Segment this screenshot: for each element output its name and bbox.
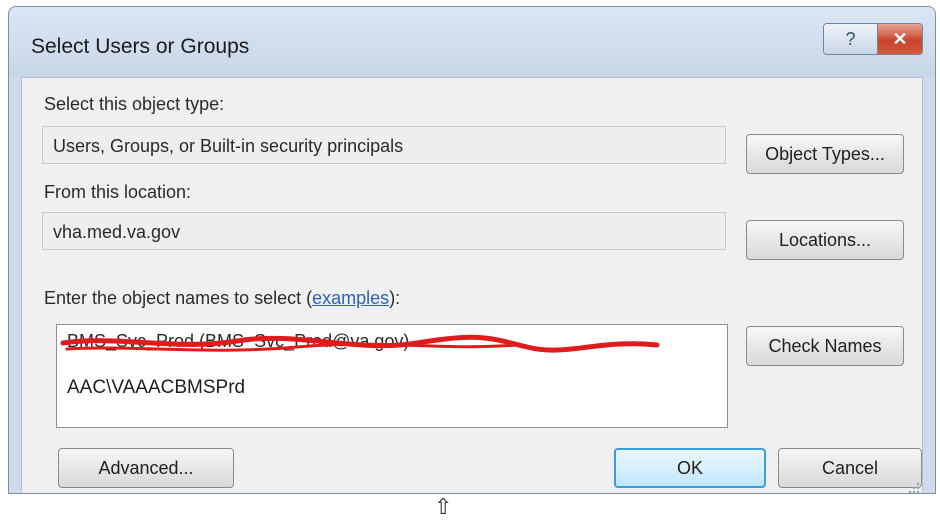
help-button[interactable]: ? <box>824 24 878 54</box>
object-names-input[interactable]: BMS_Svc_Prod (BMS_Svc_Prod@va.gov) AAC\V… <box>56 324 728 428</box>
object-type-label: Select this object type: <box>44 94 225 114</box>
object-name-entry: AAC\VAAACBMSPrd <box>67 377 246 398</box>
object-types-button[interactable]: Object Types... <box>746 134 904 174</box>
title-bar: Select Users or Groups ? ✕ <box>9 7 935 77</box>
dialog-title: Select Users or Groups <box>31 35 250 58</box>
object-names-label-prefix: Enter the object names to select ( <box>44 288 313 308</box>
examples-link[interactable]: examples <box>312 288 389 308</box>
ok-button[interactable]: OK <box>614 448 766 488</box>
select-users-dialog: Select Users or Groups ? ✕ Select this o… <box>8 6 936 494</box>
object-names-label-suffix: ): <box>389 288 401 308</box>
dialog-client-area: Select this object type: Users, Groups, … <box>21 77 923 494</box>
locations-button[interactable]: Locations... <box>746 220 904 260</box>
cancel-button[interactable]: Cancel <box>778 448 922 488</box>
caption-buttons: ? ✕ <box>823 23 923 55</box>
redaction-scribble <box>60 334 660 353</box>
check-names-button[interactable]: Check Names <box>746 326 904 366</box>
location-label: From this location: <box>44 182 192 202</box>
close-button[interactable]: ✕ <box>878 24 922 54</box>
advanced-button[interactable]: Advanced... <box>58 448 234 488</box>
resize-grip-icon[interactable] <box>906 480 920 494</box>
object-type-field: Users, Groups, or Built-in security prin… <box>42 126 726 164</box>
object-names-label: Enter the object names to select (exampl… <box>44 288 400 309</box>
mouse-cursor-icon: ⇧ <box>434 494 453 519</box>
location-field: vha.med.va.gov <box>42 212 726 250</box>
